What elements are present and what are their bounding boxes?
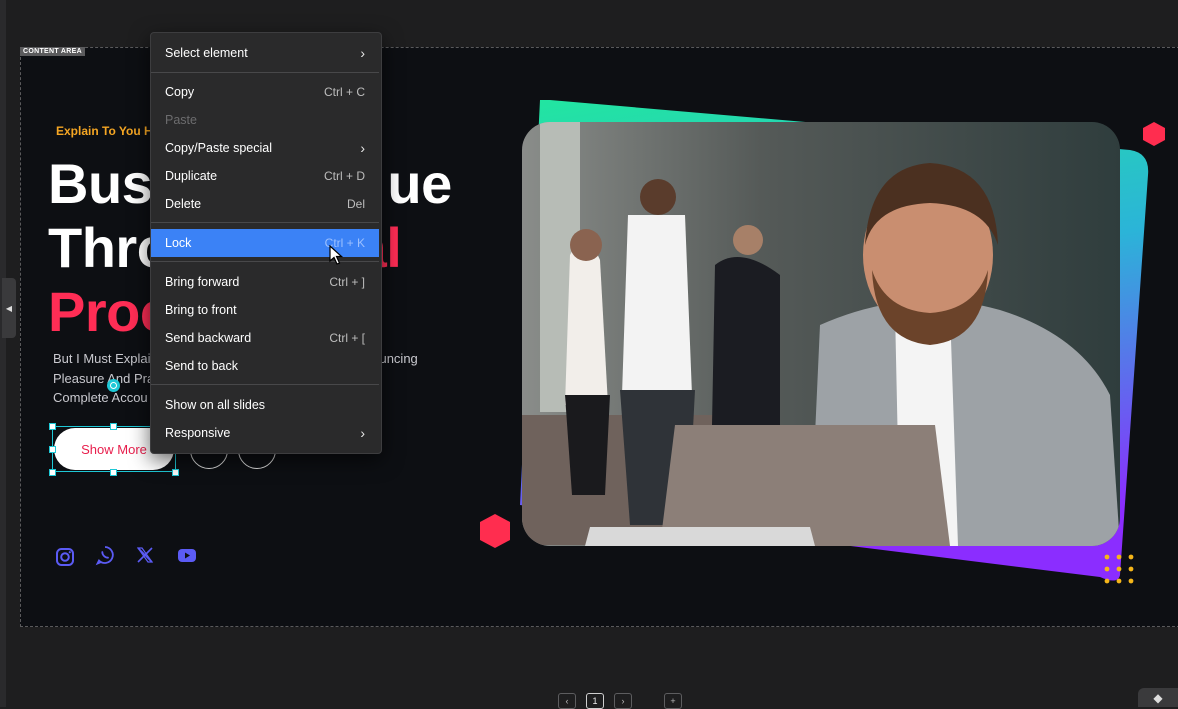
resize-handle-br[interactable]	[172, 469, 179, 476]
menu-item-lock[interactable]: Lock Ctrl + K	[151, 229, 379, 257]
menu-item-label: Delete	[165, 197, 202, 211]
menu-item-bring-forward[interactable]: Bring forward Ctrl + ]	[151, 268, 379, 296]
x-twitter-icon[interactable]	[134, 544, 156, 566]
menu-item-delete[interactable]: Delete Del	[151, 190, 379, 218]
menu-separator	[151, 222, 379, 223]
chevron-right-icon: ›	[360, 45, 365, 61]
menu-item-bring-to-front[interactable]: Bring to front	[151, 296, 379, 324]
menu-item-label: Lock	[165, 236, 192, 250]
resize-handle-bl[interactable]	[49, 469, 56, 476]
menu-item-label: Responsive	[165, 426, 231, 440]
desc-line1-start: But I Must Explain	[53, 351, 158, 366]
chevron-left-icon: ◀	[5, 303, 13, 313]
menu-item-shortcut: Ctrl + ]	[329, 275, 365, 289]
mouse-pointer-icon	[329, 245, 343, 265]
content-area-badge: CONTENT AREA	[20, 47, 85, 56]
menu-item-select-element[interactable]: Select element ›	[151, 39, 379, 67]
menu-item-send-backward[interactable]: Send backward Ctrl + [	[151, 324, 379, 352]
menu-item-label: Bring to front	[165, 303, 237, 317]
rotate-icon	[110, 382, 117, 389]
instagram-icon[interactable]	[54, 546, 76, 568]
resize-handle-bm[interactable]	[110, 469, 117, 476]
menu-item-responsive[interactable]: Responsive ›	[151, 419, 379, 447]
menu-item-label: Show on all slides	[165, 398, 266, 412]
menu-item-shortcut: Ctrl + [	[329, 331, 365, 345]
menu-item-shortcut: Ctrl + D	[323, 169, 365, 183]
hero-image-frame[interactable]	[480, 95, 1170, 595]
context-menu: Select element › Copy Ctrl + C Paste Copy/…	[150, 32, 382, 454]
decor-dot-grid	[1104, 554, 1134, 584]
menu-item-send-to-back[interactable]: Send to back	[151, 352, 379, 380]
menu-item-copy[interactable]: Copy Ctrl + C	[151, 78, 379, 106]
menu-item-label: Duplicate	[165, 169, 218, 183]
chevron-right-icon: ›	[360, 425, 365, 441]
menu-item-label: Paste	[165, 113, 197, 127]
desc-line2-start: Pleasure And Pra	[53, 370, 155, 386]
menu-separator	[151, 261, 379, 262]
resize-handle-ml[interactable]	[49, 446, 56, 453]
decor-hexagon-red	[1143, 122, 1165, 146]
menu-item-label: Send backward	[165, 331, 252, 345]
decor-hexagon-red	[480, 514, 510, 548]
menu-item-paste: Paste	[151, 106, 379, 134]
chevron-right-icon: ›	[360, 140, 365, 156]
menu-item-duplicate[interactable]: Duplicate Ctrl + D	[151, 162, 379, 190]
menu-separator	[151, 384, 379, 385]
menu-separator	[151, 72, 379, 73]
panel-collapse-handle[interactable]: ◀	[2, 278, 16, 338]
hero-eyebrow[interactable]: Explain To You H	[56, 124, 153, 138]
menu-item-copy-paste-special[interactable]: Copy/Paste special ›	[151, 134, 379, 162]
resize-handle-tm[interactable]	[110, 423, 117, 430]
menu-item-label: Send to back	[165, 359, 238, 373]
menu-item-label: Bring forward	[165, 275, 240, 289]
menu-item-show-on-all-slides[interactable]: Show on all slides	[151, 391, 379, 419]
menu-item-label: Copy	[165, 85, 195, 99]
menu-item-label: Copy/Paste special	[165, 141, 273, 155]
layers-icon[interactable]: ◆	[1138, 688, 1178, 707]
menu-item-label: Select element	[165, 46, 248, 60]
whatsapp-icon[interactable]	[94, 544, 116, 566]
resize-handle-tl[interactable]	[49, 423, 56, 430]
left-panel-edge	[0, 0, 6, 707]
menu-item-shortcut: Ctrl + C	[323, 85, 365, 99]
youtube-icon[interactable]	[176, 544, 198, 566]
menu-item-shortcut: Del	[346, 197, 365, 211]
heading-line1-end: ue	[387, 152, 452, 215]
rotate-handle[interactable]	[107, 379, 120, 392]
